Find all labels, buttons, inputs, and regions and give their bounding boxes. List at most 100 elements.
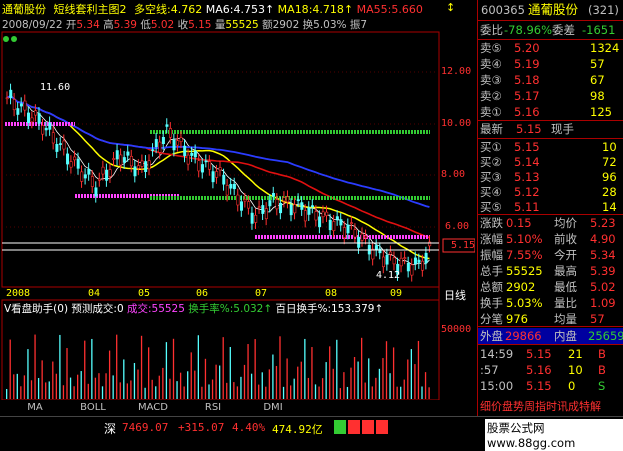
- candle-body: [66, 153, 70, 165]
- tick-time: 15:00: [480, 379, 514, 393]
- tab-ma[interactable]: MA: [18, 401, 52, 415]
- stat-label: 总手: [480, 264, 503, 278]
- stat-label: 均量: [554, 312, 577, 326]
- volume-bar: [215, 364, 217, 399]
- stat-value: 57: [590, 312, 605, 326]
- candle-body: [300, 202, 304, 210]
- candle-body: [58, 143, 62, 145]
- candle-body: [197, 160, 201, 172]
- high-value: 5.39: [113, 19, 137, 31]
- volume-bar: [300, 361, 302, 399]
- website-link[interactable]: 股票公式网www.88gg.com: [485, 419, 623, 451]
- candle-body: [26, 112, 30, 123]
- moving-average-lines: [5, 94, 430, 265]
- volume-bar: [73, 386, 75, 399]
- period-label[interactable]: 日线: [444, 287, 466, 303]
- sell-row: 卖③ 5.18 67: [478, 72, 623, 88]
- sell-row: 卖④ 5.19 57: [478, 56, 623, 72]
- candle-body: [353, 229, 357, 238]
- order-ratio-row: 委比 -78.96% 委差 -1651: [478, 22, 623, 38]
- candle-body: [247, 201, 251, 209]
- volume-bar: [133, 362, 136, 399]
- index-value: 7469.07: [122, 421, 169, 434]
- volume-bar: [361, 337, 363, 399]
- candle-body: [208, 161, 212, 170]
- candle-body: [286, 196, 290, 203]
- candle-body: [69, 161, 73, 168]
- sell-level-label: 卖③: [480, 73, 502, 87]
- ma-long-line: [6, 94, 430, 208]
- status-indicator-icon[interactable]: [376, 420, 388, 434]
- candle-body: [257, 206, 261, 209]
- candle-body: [176, 140, 180, 146]
- volume-bar: [272, 354, 274, 399]
- stat-value: 0.15: [506, 216, 532, 230]
- candle-body: [421, 260, 425, 271]
- stat-label: 涨幅: [480, 232, 503, 246]
- volume-bar: [112, 375, 114, 399]
- candle-body: [279, 203, 283, 214]
- volume-bar: [6, 389, 8, 399]
- buy-level-label: 买②: [480, 155, 502, 169]
- close-label: 收: [177, 19, 189, 31]
- candle-body: [161, 137, 165, 145]
- volume-bar: [254, 339, 256, 399]
- tab-rsi[interactable]: RSI: [196, 401, 230, 415]
- turnover-label: 换: [302, 19, 314, 31]
- stat-value: 5.10%: [506, 232, 543, 246]
- candle-body: [151, 149, 155, 151]
- volume-bar: [410, 349, 412, 399]
- candle-body: [339, 219, 343, 226]
- candlestick-chart[interactable]: [0, 0, 476, 401]
- tab-dmi[interactable]: DMI: [256, 401, 290, 415]
- candle-body: [271, 193, 275, 197]
- indicator-name[interactable]: 短线套利主图2: [54, 3, 127, 16]
- candle-body: [307, 207, 311, 215]
- status-indicator-icon[interactable]: [334, 420, 346, 434]
- volume-indicator-title: V看盘助手(0) 预测成交:0 成交:55525 换手率%:5.032↑ 百日换…: [4, 303, 384, 315]
- quote-panel: 600365 通葡股份 (321) 委比 -78.96% 委差 -1651 卖⑤…: [477, 0, 623, 416]
- x-tick: 06: [196, 288, 209, 299]
- volume-bar: [421, 386, 423, 399]
- volume-bar: [282, 386, 285, 399]
- volume-bar: [378, 368, 381, 399]
- market-label: 深: [104, 422, 117, 436]
- candle-body: [94, 187, 98, 197]
- stat-value: 1.09: [590, 296, 616, 310]
- candle-body: [314, 211, 318, 221]
- candle-body: [225, 185, 229, 196]
- candle-body: [381, 256, 385, 268]
- volume-bar: [247, 344, 249, 399]
- candle-body: [193, 150, 197, 158]
- volume-bar: [417, 340, 420, 399]
- volume-bar: [140, 335, 143, 399]
- inner-label: 内盘: [554, 329, 577, 343]
- candle-body: [218, 167, 222, 171]
- buy-price: 5.15: [514, 140, 540, 154]
- candle-body: [406, 262, 410, 272]
- buy-price: 5.11: [514, 200, 540, 214]
- tab-macd[interactable]: MACD: [136, 401, 170, 415]
- candle-body: [328, 219, 332, 231]
- chart-area[interactable]: 通葡股份 短线套利主图2 多空线:4.762 MA6:4.753↑ MA18:4…: [0, 0, 476, 401]
- candle-body: [158, 141, 162, 153]
- volume-bar: [350, 367, 352, 399]
- volume-bar: [183, 386, 185, 399]
- status-indicator-icon[interactable]: [348, 420, 360, 434]
- tab-boll[interactable]: BOLL: [76, 401, 110, 415]
- volume-bar: [30, 380, 33, 399]
- sub-turnover-value: 5.032: [233, 303, 264, 315]
- news-banner[interactable]: 细价盘势周指时讯成特解: [478, 399, 623, 415]
- index-pct: 4.40%: [232, 421, 266, 434]
- sub-title[interactable]: V看盘助手(0): [4, 303, 68, 315]
- x-tick: 05: [138, 288, 151, 299]
- low-annotation: 4.12: [376, 270, 401, 281]
- volume-bar: [204, 358, 207, 399]
- open-value: 5.34: [76, 19, 100, 31]
- volume-value: 55525: [225, 19, 259, 31]
- volume-bar: [297, 366, 299, 399]
- scroll-arrow-icon[interactable]: ↕: [446, 1, 455, 14]
- status-indicator-icon[interactable]: [362, 420, 374, 434]
- volume-bar: [250, 373, 253, 399]
- volume-bar: [332, 368, 334, 399]
